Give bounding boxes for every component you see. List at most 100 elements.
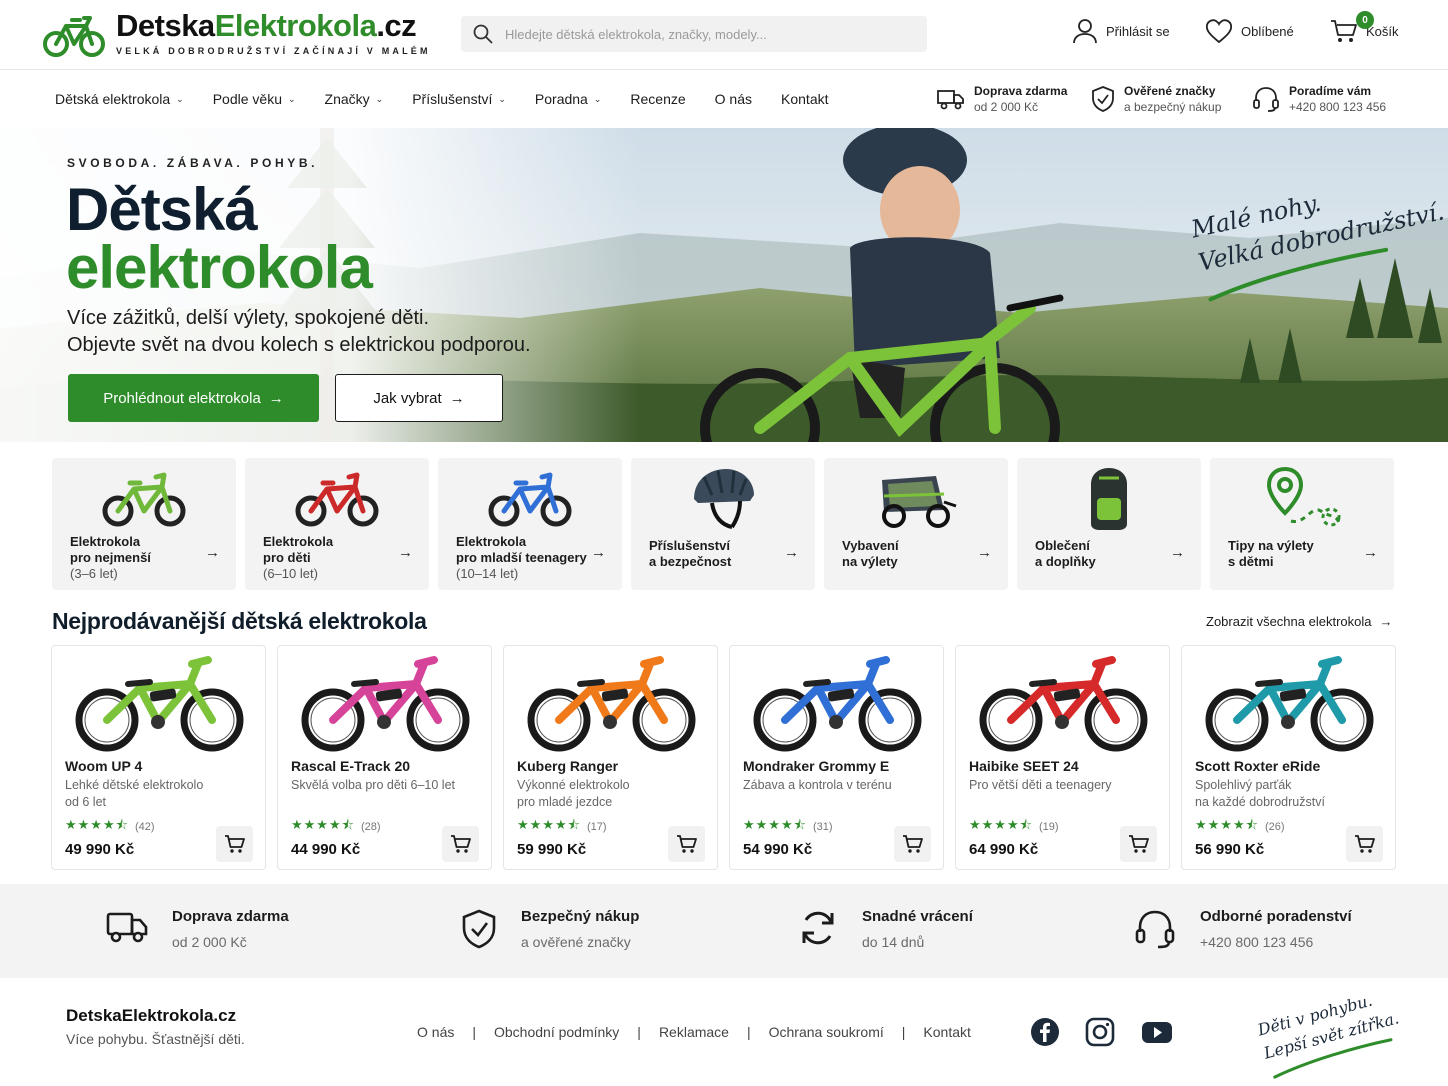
add-to-cart-button[interactable]	[1120, 826, 1157, 862]
benefits-strip: Doprava zdarma od 2 000 Kč Bezpečný nákup…	[0, 884, 1448, 978]
product-name[interactable]: Woom UP 4	[65, 758, 142, 774]
nav-item[interactable]: Značky ⌄	[325, 91, 384, 107]
nav-item-label: O nás	[714, 91, 753, 107]
product-name[interactable]: Scott Roxter eRide	[1195, 758, 1320, 774]
category-tile[interactable]: Elektrokola pro děti (6–10 let) →	[245, 458, 429, 590]
category-tile[interactable]: Oblečení a doplňky →	[1017, 458, 1201, 590]
site-logo[interactable]: DetskaElektrokola.cz VELKÁ DOBRODRUŽSTVÍ…	[42, 10, 431, 58]
show-all-bikes-link[interactable]: Zobrazit všechna elektrokola →	[1206, 614, 1392, 629]
product-name[interactable]: Kuberg Ranger	[517, 758, 618, 774]
usp-title: Ověřené značky	[1124, 84, 1216, 98]
link-separator: |	[901, 1024, 906, 1040]
product-card[interactable]: Mondraker Grommy E Zábava a kontrola v te…	[729, 645, 944, 870]
product-card[interactable]: Woom UP 4 Lehké dětské elektrokolo od 6 le…	[51, 645, 266, 870]
hero-title-line1: Dětská	[66, 176, 258, 243]
category-label: Příslušenství a bezpečnost	[649, 538, 789, 570]
category-tile[interactable]: Elektrokola pro mladší teenagery (10–14 le…	[438, 458, 622, 590]
cart-icon	[1354, 835, 1375, 853]
product-name[interactable]: Mondraker Grommy E	[743, 758, 889, 774]
favorites-link[interactable]: Oblíbené	[1205, 18, 1294, 44]
youtube-icon[interactable]	[1141, 1017, 1173, 1052]
product-rating: ★★★★⯪ (19)	[969, 816, 1059, 838]
category-line2: s dětmi	[1228, 554, 1274, 569]
nav-item[interactable]: Poradna ⌄	[535, 91, 601, 107]
main-nav: Dětská elektrokola ⌄ Podle věku ⌄ Značky ⌄ Pří…	[0, 70, 1448, 128]
nav-item[interactable]: Recenze	[630, 91, 685, 107]
product-description: Skvělá volba pro děti 6–10 let	[291, 777, 471, 794]
cart-icon	[450, 835, 471, 853]
search-input[interactable]	[505, 26, 905, 42]
category-tile[interactable]: Tipy na výlety s dětmi →	[1210, 458, 1394, 590]
add-to-cart-button[interactable]	[442, 826, 479, 862]
nav-item-label: Značky	[324, 91, 370, 107]
arrow-right-icon: →	[784, 544, 799, 561]
category-line2: a doplňky	[1035, 554, 1096, 569]
footer-link[interactable]: Obchodní podmínky	[494, 1024, 619, 1040]
product-card[interactable]: Haibike SEET 24 Pro větší děti a teenager…	[955, 645, 1170, 870]
how-to-choose-label: Jak vybrat	[373, 389, 442, 407]
category-line2: a bezpečnost	[649, 554, 732, 569]
instagram-icon[interactable]	[1085, 1017, 1115, 1052]
add-to-cart-button[interactable]	[216, 826, 253, 862]
facebook-icon[interactable]	[1030, 1017, 1060, 1052]
star-rating-icon: ★★★★⯪	[65, 817, 129, 832]
add-to-cart-button[interactable]	[668, 826, 705, 862]
usp-verified-brands: Ověřené značky a bezpečný nákup	[1091, 84, 1221, 114]
nav-item-label: Dětská elektrokola	[55, 91, 171, 107]
footer-link[interactable]: Kontakt	[923, 1024, 970, 1040]
product-card[interactable]: Rascal E-Track 20 Skvělá volba pro děti 6…	[277, 645, 492, 870]
bike-logo-icon	[43, 16, 105, 57]
add-to-cart-button[interactable]	[1346, 826, 1383, 862]
product-card[interactable]: Scott Roxter eRide Spolehlivý parťák na ka…	[1181, 645, 1396, 870]
category-tile[interactable]: Elektrokola pro nejmenší (3–6 let) →	[52, 458, 236, 590]
nav-item[interactable]: Příslušenství ⌄	[412, 91, 506, 107]
nav-item[interactable]: O nás	[715, 91, 752, 107]
chevron-down-icon: ⌄	[288, 93, 296, 104]
category-label: Tipy na výlety s dětmi	[1228, 538, 1368, 570]
nav-item[interactable]: Dětská elektrokola ⌄	[55, 91, 184, 107]
product-name[interactable]: Rascal E-Track 20	[291, 758, 410, 774]
benefit-title: Snadné vrácení	[862, 908, 973, 925]
product-image	[740, 654, 935, 756]
product-price: 56 990 Kč	[1195, 841, 1265, 858]
link-separator: |	[472, 1024, 476, 1040]
search-icon	[473, 24, 493, 44]
chevron-down-icon: ⌄	[593, 93, 602, 104]
benefit-text: do 14 dnů	[862, 934, 925, 950]
nav-item[interactable]: Kontakt	[781, 91, 828, 107]
footer-link[interactable]: O nás	[417, 1024, 454, 1040]
category-tile[interactable]: Vybavení na výlety →	[824, 458, 1008, 590]
product-name[interactable]: Haibike SEET 24	[969, 758, 1079, 774]
hero-eyebrow: SVOBODA. ZÁBAVA. POHYB.	[67, 156, 319, 170]
top-header: DetskaElektrokola.cz VELKÁ DOBRODRUŽSTVÍ…	[0, 0, 1448, 70]
browse-bikes-button[interactable]: Prohlédnout elektrokola →	[68, 374, 319, 422]
product-list: Woom UP 4 Lehké dětské elektrokolo od 6 le…	[51, 645, 1396, 870]
footer-link[interactable]: Reklamace	[659, 1024, 729, 1040]
footer-link[interactable]: Ochrana soukromí	[769, 1024, 884, 1040]
star-rating-icon: ★★★★⯪	[291, 817, 355, 832]
nav-menu: Dětská elektrokola ⌄ Podle věku ⌄ Značky ⌄ Pří…	[55, 91, 858, 107]
helmet-icon	[631, 462, 815, 534]
login-link[interactable]: Přihlásit se	[1072, 18, 1170, 44]
nav-item[interactable]: Podle věku ⌄	[213, 91, 296, 107]
return-icon	[802, 911, 834, 945]
cart-link[interactable]: 0 Košík	[1330, 11, 1399, 44]
brand-part1: Detska	[116, 8, 215, 43]
arrow-right-icon: →	[205, 544, 220, 561]
cart-icon	[1128, 835, 1149, 853]
arrow-right-icon: →	[268, 389, 284, 407]
brand-part2: Elektrokola	[214, 8, 377, 43]
how-to-choose-button[interactable]: Jak vybrat →	[335, 374, 503, 422]
product-price: 64 990 Kč	[969, 841, 1039, 858]
product-desc-line1: Pro větší děti a teenagery	[969, 778, 1112, 792]
cart-icon	[224, 835, 245, 853]
category-tile[interactable]: Příslušenství a bezpečnost →	[631, 458, 815, 590]
category-line2: pro nejmenší	[70, 550, 151, 565]
nav-item-label: Poradna	[534, 91, 588, 107]
category-label: Vybavení na výlety	[842, 538, 982, 570]
product-rating: ★★★★⯪ (31)	[743, 816, 833, 838]
add-to-cart-button[interactable]	[894, 826, 931, 862]
chevron-down-icon: ⌄	[498, 93, 506, 104]
product-card[interactable]: Kuberg Ranger Výkonné elektrokolo pro mlad…	[503, 645, 718, 870]
headset-icon	[1135, 910, 1175, 949]
